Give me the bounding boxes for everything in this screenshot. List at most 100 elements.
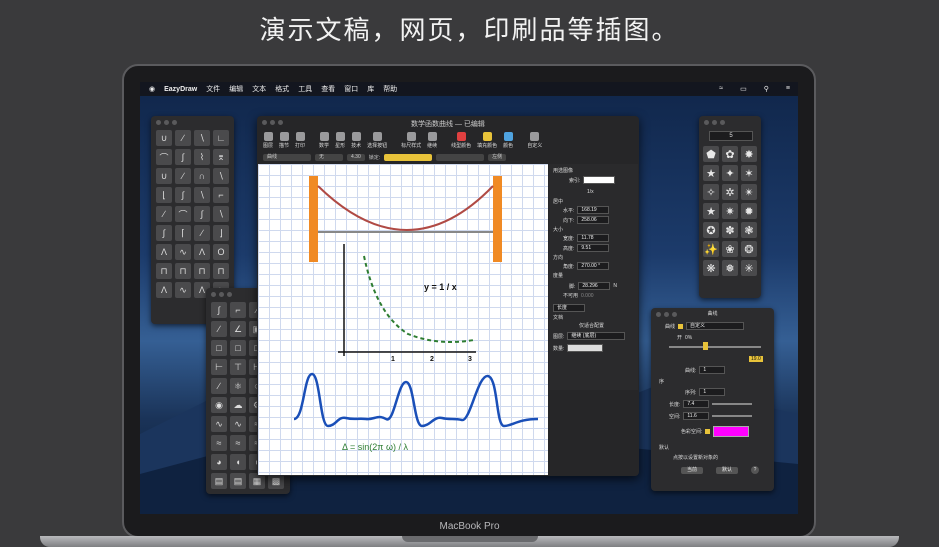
curve-wave-icon[interactable]: ∿ — [175, 244, 191, 260]
length-slider[interactable] — [712, 403, 753, 405]
space-slider[interactable] — [712, 415, 753, 417]
color-space-swatch[interactable] — [705, 429, 711, 434]
sequence-no-field[interactable]: 1 — [699, 388, 726, 396]
curve-arc-icon[interactable]: ⌒ — [175, 206, 191, 222]
tool-squiggle-icon[interactable]: ∿ — [211, 416, 227, 432]
color-well[interactable] — [713, 426, 750, 437]
curve-s-icon[interactable]: ∫ — [175, 187, 191, 203]
star-icon[interactable]: ❃ — [741, 222, 757, 238]
menu-text[interactable]: 文本 — [252, 84, 266, 94]
curve-s-icon[interactable]: ∫ — [194, 206, 210, 222]
index-field[interactable] — [583, 176, 616, 184]
search-icon[interactable]: ⚲ — [764, 85, 769, 93]
length-field[interactable]: 7.4 — [683, 400, 710, 408]
menu-view[interactable]: 查看 — [321, 84, 335, 94]
curve-fall-icon[interactable]: ∖ — [194, 130, 210, 146]
slider-thumb[interactable] — [703, 342, 708, 350]
window-controls[interactable] — [211, 292, 232, 297]
horiz-field[interactable]: 168.19 — [577, 206, 610, 214]
toolbar-ruler-style[interactable]: 标尺样式 — [401, 131, 421, 149]
angle-field[interactable]: 270.00 ° — [577, 262, 610, 270]
vert-field[interactable]: 258.06 — [577, 216, 610, 224]
star-icon[interactable]: ✶ — [741, 165, 757, 181]
tool-bubble-icon[interactable]: ◉ — [211, 397, 227, 413]
curve-rise-icon[interactable]: ∕ — [194, 225, 210, 241]
curve-rise-icon[interactable]: ∕ — [175, 130, 191, 146]
star-icon[interactable]: ✽ — [722, 222, 738, 238]
tool-squiggle-icon[interactable]: ∿ — [230, 416, 246, 432]
square-wave-icon[interactable]: ⊓ — [194, 263, 210, 279]
star-icon[interactable]: ❋ — [703, 260, 719, 276]
square-wave-icon[interactable]: ⊓ — [156, 263, 172, 279]
default-button[interactable]: 默认 — [716, 466, 739, 474]
curve-exp-icon[interactable]: ⌇ — [194, 149, 210, 165]
curve-peak-icon[interactable]: Λ — [156, 244, 172, 260]
star-icon[interactable]: ✴ — [741, 184, 757, 200]
drawing-canvas[interactable]: y = 1 / x 1 2 3 Δ = sin(2π ω) / λ — [258, 164, 548, 475]
curve-s-icon[interactable]: ∫ — [156, 225, 172, 241]
direction-select[interactable]: 左侧 — [488, 154, 507, 161]
window-controls[interactable] — [156, 120, 177, 125]
height-field[interactable]: 9.51 — [577, 244, 610, 252]
toolbar-select[interactable]: 选择按钮 — [367, 131, 387, 149]
tool-bar-icon[interactable]: ⊢ — [211, 359, 227, 375]
current-button[interactable]: 当前 — [681, 466, 704, 474]
help-button[interactable]: ? — [751, 466, 760, 474]
curve-rise-icon[interactable]: ∕ — [175, 168, 191, 184]
square-wave-icon[interactable]: ⊓ — [213, 263, 229, 279]
menu-tools[interactable]: 工具 — [298, 84, 312, 94]
curve-s-icon[interactable]: ∫ — [175, 149, 191, 165]
burst-icon[interactable]: ✸ — [741, 146, 757, 162]
star-icon[interactable]: ✷ — [722, 203, 738, 219]
menu-window[interactable]: 窗口 — [344, 84, 358, 94]
curve-fall-icon[interactable]: ∖ — [213, 206, 229, 222]
curve-u-icon[interactable]: ∪ — [156, 168, 172, 184]
menu-edit[interactable]: 编辑 — [229, 84, 243, 94]
curve-fall-icon[interactable]: ∖ — [213, 168, 229, 184]
star-icon[interactable]: ✹ — [741, 203, 757, 219]
tool-crescent-icon[interactable]: ◖ — [230, 454, 246, 470]
apple-icon[interactable]: ◉ — [149, 85, 155, 93]
curve-hook-icon[interactable]: ⌐ — [213, 187, 229, 203]
star-icon[interactable]: ✳ — [741, 260, 757, 276]
menu-help[interactable]: 帮助 — [383, 84, 397, 94]
stars-count-field[interactable]: 5 — [709, 131, 753, 141]
menu-file[interactable]: 文件 — [206, 84, 220, 94]
window-controls[interactable] — [704, 120, 725, 125]
battery-icon[interactable]: ▭ — [740, 85, 747, 93]
tool-ruler-icon[interactable]: ▤ — [211, 473, 227, 489]
toolbar-tech[interactable]: 技术 — [351, 131, 361, 149]
toolbar-customize[interactable]: 自定义 — [527, 131, 542, 149]
toolbar-layers[interactable]: 图层 — [263, 131, 273, 149]
tool-wave-icon[interactable]: ≈ — [230, 435, 246, 451]
menu-format[interactable]: 格式 — [275, 84, 289, 94]
toolbar-star[interactable]: 星形 — [335, 131, 345, 149]
line-style-select[interactable]: 曲线 — [263, 154, 311, 161]
star-icon[interactable]: ✪ — [703, 222, 719, 238]
pulse-icon[interactable]: Λ — [156, 282, 172, 298]
star-icon[interactable]: ❂ — [741, 241, 757, 257]
wave-icon[interactable]: ∿ — [175, 282, 191, 298]
width-field[interactable]: 11.78 — [577, 234, 610, 242]
space-field[interactable]: 11.6 — [683, 412, 710, 420]
layer-select[interactable]: 继续 (底层) — [567, 332, 626, 340]
star-icon[interactable]: ✦ — [722, 165, 738, 181]
star-icon[interactable]: ❀ — [722, 241, 738, 257]
curve-count-field[interactable]: 1 — [699, 366, 726, 374]
curve-cap-icon[interactable]: ∩ — [194, 168, 210, 184]
curve-corner-icon[interactable]: ⌊ — [156, 187, 172, 203]
toolbar-fill-color[interactable]: 填充颜色 — [477, 131, 497, 149]
tool-key-icon[interactable]: ⚛ — [230, 378, 246, 394]
curve-loop-icon[interactable]: Ο — [213, 244, 229, 260]
length-field[interactable]: 长度 — [553, 304, 585, 312]
square-wave-icon[interactable]: ⊓ — [175, 263, 191, 279]
tool-line-icon[interactable]: ∕ — [211, 321, 227, 337]
star-icon[interactable]: ✲ — [722, 184, 738, 200]
curve-slider[interactable] — [669, 346, 761, 348]
menu-app[interactable]: EazyDraw — [164, 86, 197, 93]
tool-slash-icon[interactable]: ∕ — [211, 378, 227, 394]
toolbar-line-color[interactable]: 线型颜色 — [451, 131, 471, 149]
menu-library[interactable]: 库 — [367, 84, 374, 94]
curve-log-icon[interactable]: ⌆ — [213, 149, 229, 165]
align-tools[interactable] — [384, 154, 433, 161]
